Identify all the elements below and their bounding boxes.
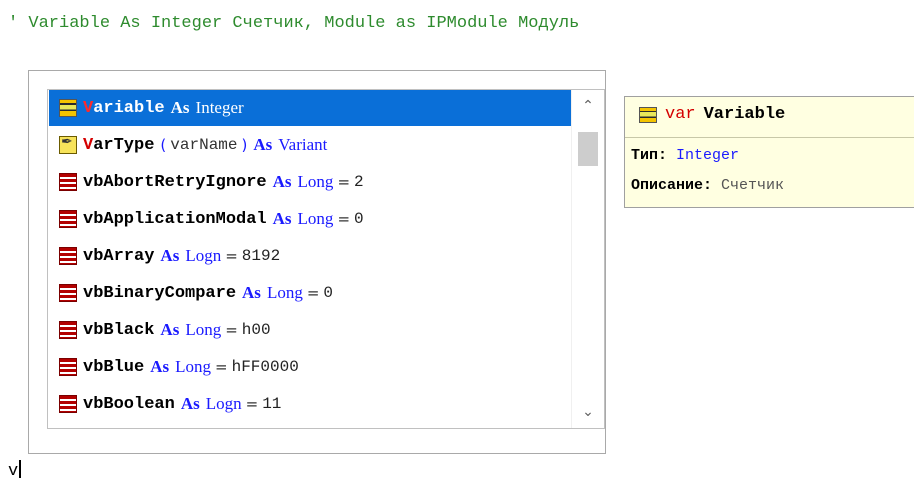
tooltip-divider: [625, 137, 914, 138]
list-item-vbabortretryignore[interactable]: vbAbortRetryIgnore As Long = 2: [49, 164, 573, 200]
item-type: Long: [185, 320, 222, 339]
item-value: 2: [354, 173, 364, 191]
constant-icon: [59, 358, 77, 376]
item-name: vbAbortRetryIgnore: [83, 172, 267, 192]
item-type: Long: [297, 209, 334, 228]
equals-sign: =: [337, 210, 351, 228]
list-item-vbblack[interactable]: vbBlack As Long = h00: [49, 312, 573, 348]
item-value: 8192: [241, 247, 281, 265]
list-item-vbapplicationmodal[interactable]: vbApplicationModal As Long = 0: [49, 201, 573, 237]
tooltip-header: var Variable: [639, 105, 785, 124]
item-name: vbArray: [83, 246, 155, 266]
item-name: vbBlue: [83, 357, 145, 377]
equals-sign: =: [245, 395, 259, 413]
scroll-up-icon[interactable]: ⌃: [572, 92, 604, 120]
item-name: vbBoolean: [83, 394, 175, 414]
constant-icon: [59, 395, 77, 413]
item-keyword: As: [242, 283, 261, 302]
item-keyword: As: [253, 135, 273, 154]
comment-line: ' Variable As Integer Счетчик, Module as…: [8, 14, 580, 33]
item-value: h00: [241, 321, 271, 339]
constant-icon: [59, 247, 77, 265]
list-item-vbarray[interactable]: vbArray As Logn = 8192: [49, 238, 573, 274]
item-keyword: As: [170, 98, 190, 117]
type-label: Тип:: [631, 147, 668, 164]
typed-text: v: [8, 462, 19, 481]
item-type: Long: [175, 357, 212, 376]
tooltip-type-row: Тип: Integer: [631, 147, 739, 164]
list-item-vbboolean[interactable]: vbBoolean As Logn = 11: [49, 386, 573, 422]
tooltip-desc-row: Описание: Счетчик: [631, 177, 784, 194]
info-tooltip: var Variable Тип: Integer Описание: Счет…: [624, 96, 914, 208]
equals-sign: =: [215, 358, 228, 376]
item-type: Logn: [185, 246, 222, 265]
item-type: Long: [266, 283, 303, 302]
completion-popup: Variable As Integer VarType ( varName ) …: [28, 70, 606, 454]
list-item-variable[interactable]: Variable As Integer: [49, 90, 573, 126]
constant-icon: [59, 321, 77, 339]
list-item-vartype[interactable]: VarType ( varName ) As Variant: [49, 127, 573, 163]
item-keyword: As: [160, 246, 180, 265]
item-type: Variant: [278, 135, 328, 154]
item-name: VarType: [83, 135, 155, 155]
editor-current-line[interactable]: v: [8, 460, 22, 481]
item-value: 0: [354, 210, 364, 228]
item-keyword: As: [160, 320, 180, 339]
scroll-down-icon[interactable]: ⌄: [572, 398, 604, 426]
scrollbar-thumb[interactable]: [578, 132, 598, 166]
equals-sign: =: [337, 173, 351, 191]
constant-icon: [59, 210, 77, 228]
open-paren: (: [160, 136, 167, 154]
function-icon: [59, 134, 77, 154]
tooltip-name: Variable: [703, 105, 786, 124]
list-item-vbblue[interactable]: vbBlue As Long = hFF0000: [49, 349, 573, 385]
item-type: Long: [297, 172, 334, 191]
item-keyword: As: [180, 394, 200, 413]
item-keyword: As: [150, 357, 170, 376]
item-name: Variable: [83, 98, 165, 118]
description-label: Описание:: [631, 177, 713, 194]
item-type: Logn: [205, 394, 242, 413]
item-value: hFF0000: [231, 358, 299, 376]
item-name: vbApplicationModal: [83, 209, 267, 229]
item-keyword: As: [272, 209, 292, 228]
item-type: Integer: [195, 98, 244, 117]
tooltip-keyword: var: [665, 105, 696, 124]
constant-icon: [59, 284, 77, 302]
item-name: vbBlack: [83, 320, 155, 340]
item-value: 11: [262, 395, 282, 413]
variable-icon: [59, 99, 77, 117]
list-scrollbar[interactable]: ⌃ ⌄: [571, 90, 604, 428]
equals-sign: =: [306, 284, 320, 302]
close-paren: ): [241, 136, 248, 154]
item-name: vbBinaryCompare: [83, 283, 237, 303]
description-value: Счетчик: [721, 177, 785, 194]
list-item-vbbinarycompare[interactable]: vbBinaryCompare As Long = 0: [49, 275, 573, 311]
completion-list[interactable]: Variable As Integer VarType ( varName ) …: [47, 89, 605, 429]
item-value: 0: [323, 284, 334, 302]
item-argument: varName: [170, 136, 238, 154]
item-keyword: As: [272, 172, 292, 191]
equals-sign: =: [225, 321, 238, 339]
constant-icon: [59, 173, 77, 191]
variable-icon: [639, 106, 657, 123]
text-caret: [19, 460, 22, 478]
type-value: Integer: [676, 147, 740, 164]
equals-sign: =: [225, 247, 238, 265]
